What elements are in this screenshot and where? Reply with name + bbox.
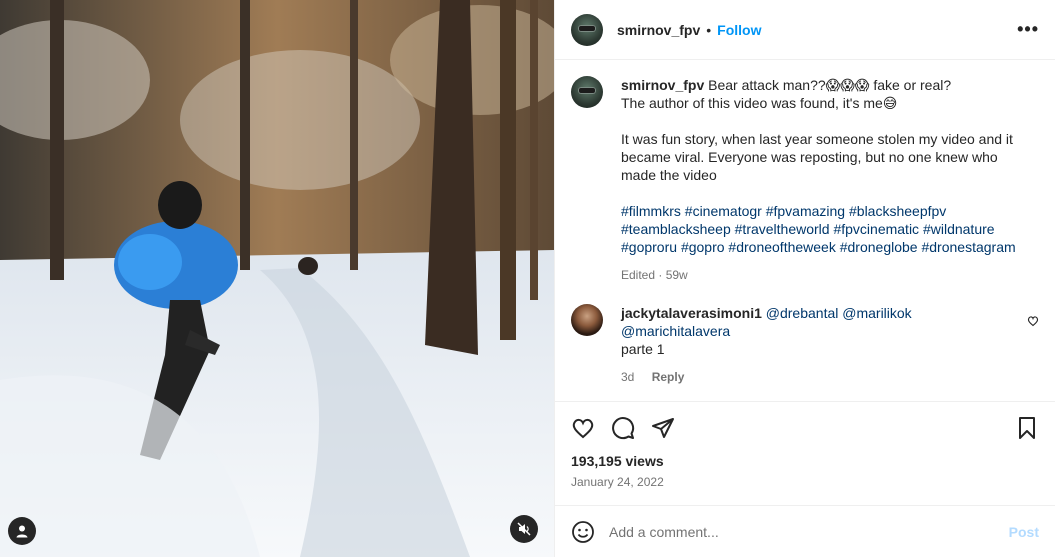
hashtag[interactable]: #dronestagram xyxy=(921,239,1015,255)
comment-meta: 3d Reply xyxy=(621,368,1001,386)
hashtag[interactable]: #fpvcinematic xyxy=(833,221,919,237)
muted-speaker-icon xyxy=(517,522,531,536)
caption-line2: The author of this video was found, it's… xyxy=(621,95,898,111)
hashtag[interactable]: #teamblacksheep xyxy=(621,221,731,237)
post-date[interactable]: January 24, 2022 xyxy=(571,475,1039,489)
video-frame xyxy=(0,0,554,557)
post-stats: 193,195 views January 24, 2022 xyxy=(555,453,1055,495)
hashtag[interactable]: #filmmkrs xyxy=(621,203,681,219)
comment-icon[interactable] xyxy=(611,416,635,440)
commenter-avatar[interactable] xyxy=(571,304,603,336)
author-avatar[interactable] xyxy=(571,13,603,46)
hashtag[interactable]: #droneglobe xyxy=(840,239,918,255)
hashtag[interactable]: #goproru xyxy=(621,239,677,255)
small-heart-icon[interactable] xyxy=(1027,314,1039,332)
caption-meta: Edited · 59w xyxy=(621,268,688,282)
reply-button[interactable]: Reply xyxy=(652,370,685,384)
author-username[interactable]: smirnov_fpv xyxy=(617,22,700,38)
comment-item: jackytalaverasimoni1 @drebantal @marilik… xyxy=(571,304,1039,386)
view-count[interactable]: 193,195 views xyxy=(571,453,1039,469)
comment-composer: Post xyxy=(555,505,1055,557)
comment-body: jackytalaverasimoni1 @drebantal @marilik… xyxy=(621,304,1001,386)
separator-dot: • xyxy=(706,21,712,38)
more-icon[interactable]: ••• xyxy=(1017,19,1039,40)
caption-username[interactable]: smirnov_fpv xyxy=(621,77,704,93)
mute-button[interactable] xyxy=(510,515,538,543)
hashtag[interactable]: #blacksheepfpv xyxy=(849,203,946,219)
comment-text: parte 1 xyxy=(621,341,665,357)
comment-input[interactable] xyxy=(609,523,1009,540)
heart-icon[interactable] xyxy=(571,416,595,440)
hashtag[interactable]: #traveltheworld xyxy=(735,221,830,237)
action-bar xyxy=(555,401,1055,453)
comment-age: 3d xyxy=(621,370,635,384)
user-icon xyxy=(16,525,28,538)
caption-avatar[interactable] xyxy=(571,76,603,108)
caption-body: smirnov_fpv Bear attack man??😱😱😱 fake or… xyxy=(621,76,1021,284)
hashtag[interactable]: #droneoftheweek xyxy=(728,239,835,255)
hashtag[interactable]: #fpvamazing xyxy=(766,203,845,219)
post-dialog: smirnov_fpv • Follow ••• smirnov_fpv Bea… xyxy=(0,0,1055,557)
user-tag-button[interactable] xyxy=(8,517,36,545)
caption-paragraph: It was fun story, when last year someone… xyxy=(621,131,1013,183)
bookmark-icon[interactable] xyxy=(1015,416,1039,440)
hashtag[interactable]: #cinematogr xyxy=(685,203,762,219)
comments-section: smirnov_fpv Bear attack man??😱😱😱 fake or… xyxy=(555,60,1055,401)
share-icon[interactable] xyxy=(651,416,675,440)
follow-button[interactable]: Follow xyxy=(717,22,761,38)
commenter-username[interactable]: jackytalaverasimoni1 xyxy=(621,305,762,321)
caption-hashtags: #filmmkrs #cinematogr #fpvamazing #black… xyxy=(621,202,1021,256)
post-button[interactable]: Post xyxy=(1009,524,1039,540)
emoji-icon[interactable] xyxy=(571,520,595,544)
caption: smirnov_fpv Bear attack man??😱😱😱 fake or… xyxy=(571,76,1039,284)
video-player[interactable] xyxy=(0,0,554,557)
caption-line1: Bear attack man??😱😱😱 fake or real? xyxy=(708,77,952,93)
hashtag[interactable]: #wildnature xyxy=(923,221,995,237)
hashtag[interactable]: #gopro xyxy=(681,239,725,255)
post-header: smirnov_fpv • Follow ••• xyxy=(555,0,1055,60)
post-panel: smirnov_fpv • Follow ••• smirnov_fpv Bea… xyxy=(554,0,1055,557)
